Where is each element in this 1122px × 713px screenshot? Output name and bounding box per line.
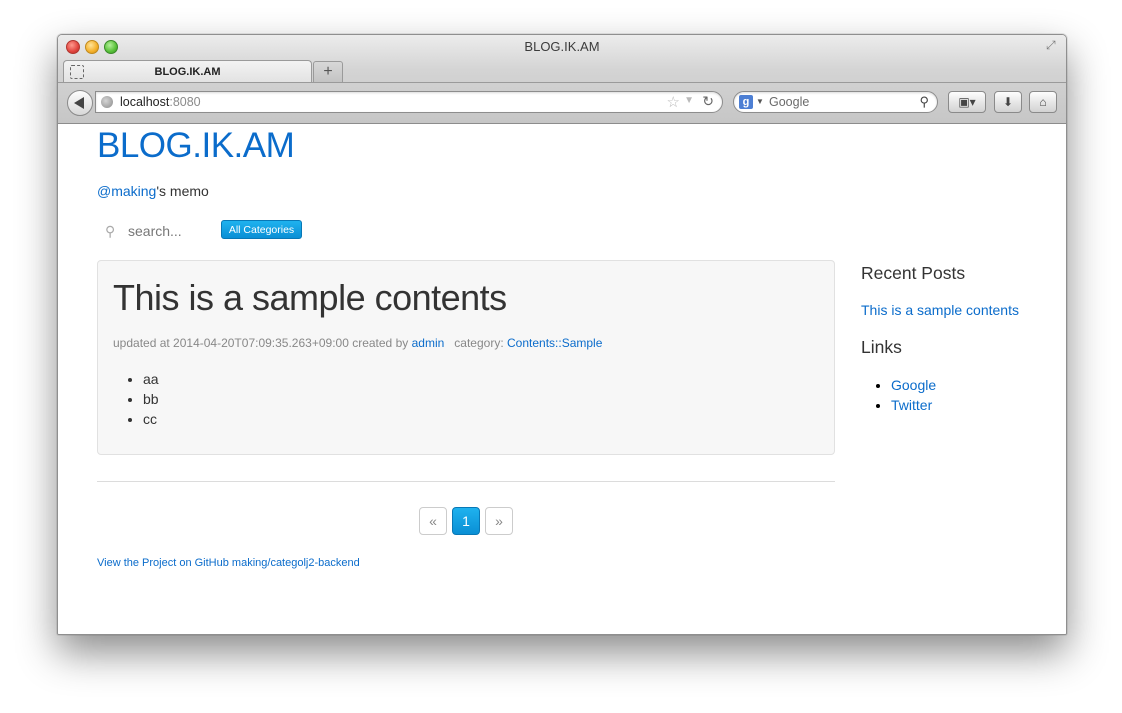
post-meta: updated at 2014-04-20T07:09:35.263+09:00…: [113, 336, 602, 350]
downloads-button[interactable]: ⬇: [994, 91, 1022, 113]
new-tab-button[interactable]: +: [313, 61, 343, 83]
twitter-link[interactable]: Twitter: [891, 397, 932, 413]
post-author-link[interactable]: admin: [412, 336, 445, 350]
twitter-handle-link[interactable]: @making: [97, 183, 156, 199]
content-divider: [97, 481, 835, 482]
post-title[interactable]: This is a sample contents: [113, 277, 507, 319]
engine-dropdown-icon[interactable]: ▼: [756, 97, 764, 106]
list-item: aa: [143, 369, 159, 389]
search-icon: ⚲: [105, 223, 116, 239]
post-bullet-list: aa bb cc: [129, 369, 159, 429]
recent-posts-heading: Recent Posts: [861, 263, 966, 283]
search-engine-text: Google: [769, 95, 810, 109]
tab-title: BLOG.IK.AM: [154, 66, 221, 78]
list-item: cc: [143, 409, 159, 429]
post-updated-text: updated at 2014-04-20T07:09:35.263+09:00…: [113, 336, 409, 350]
list-item: Google: [891, 375, 936, 395]
fullscreen-icon[interactable]: ⤢: [1046, 38, 1060, 52]
search-bar[interactable]: g ▼ Google ⚲: [733, 91, 938, 113]
post-category-link[interactable]: Contents::Sample: [507, 336, 602, 350]
pagination-page-1[interactable]: 1: [452, 507, 480, 535]
page-content: BLOG.IK.AM @making's memo ⚲ All Categori…: [58, 124, 1066, 634]
globe-icon: [101, 96, 113, 108]
all-categories-button[interactable]: All Categories: [221, 220, 302, 239]
address-bar[interactable]: localhost:8080 ☆ ▼ ↻: [95, 91, 723, 113]
back-button[interactable]: [67, 90, 93, 116]
list-item: bb: [143, 389, 159, 409]
google-link[interactable]: Google: [891, 377, 936, 393]
recent-post-link[interactable]: This is a sample contents: [861, 302, 1019, 318]
browser-titlebar: BLOG.IK.AM ⤢ BLOG.IK.AM + localhost:8080…: [58, 35, 1066, 124]
post-card: This is a sample contents updated at 201…: [97, 260, 835, 455]
tagline-text: 's memo: [156, 183, 209, 199]
url-text: localhost:8080: [120, 95, 201, 109]
bookmarks-button[interactable]: ▣▾: [948, 91, 986, 113]
site-tagline: @making's memo: [97, 183, 209, 199]
reader-dropdown-icon[interactable]: ▼: [684, 95, 694, 106]
blog-search-input[interactable]: [128, 222, 218, 240]
links-list: Google Twitter: [861, 375, 936, 415]
bookmark-star-icon[interactable]: ☆: [667, 93, 680, 111]
github-project-link[interactable]: View the Project on GitHub making/catego…: [97, 557, 360, 569]
search-icon: ⚲: [919, 94, 929, 109]
site-brand-link[interactable]: BLOG.IK.AM: [97, 126, 295, 166]
list-item: Twitter: [891, 395, 936, 415]
post-category-label: category:: [454, 336, 504, 350]
toolbar-divider: [58, 82, 1066, 83]
pagination-prev-button[interactable]: «: [419, 507, 447, 535]
url-port: :8080: [169, 95, 201, 109]
home-button[interactable]: ⌂: [1029, 91, 1057, 113]
url-host: localhost: [120, 95, 170, 109]
window-title: BLOG.IK.AM: [524, 39, 600, 54]
pagination-next-button[interactable]: »: [485, 507, 513, 535]
reload-icon[interactable]: ↻: [702, 93, 714, 110]
browser-window: BLOG.IK.AM ⤢ BLOG.IK.AM + localhost:8080…: [57, 34, 1067, 635]
browser-tab[interactable]: BLOG.IK.AM: [63, 60, 312, 83]
links-heading: Links: [861, 337, 902, 357]
google-engine-icon[interactable]: g: [739, 95, 753, 109]
